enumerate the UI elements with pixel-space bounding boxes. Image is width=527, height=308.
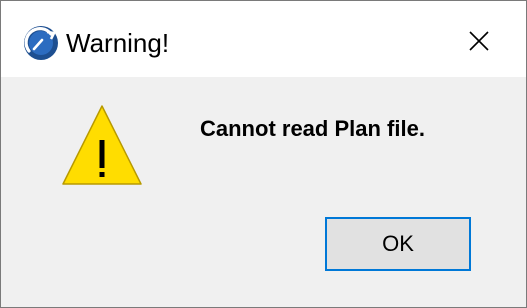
warning-dialog: Warning! Cannot read Plan file. OK bbox=[0, 0, 527, 308]
close-button[interactable] bbox=[453, 19, 505, 63]
error-message: Cannot read Plan file. bbox=[200, 116, 425, 141]
title-bar[interactable]: Warning! bbox=[1, 1, 526, 77]
window-title: Warning! bbox=[66, 28, 170, 58]
close-icon bbox=[469, 31, 489, 51]
warning-triangle-icon bbox=[62, 105, 142, 185]
ok-button[interactable]: OK bbox=[325, 217, 471, 271]
archicad-logo-icon bbox=[24, 26, 58, 60]
